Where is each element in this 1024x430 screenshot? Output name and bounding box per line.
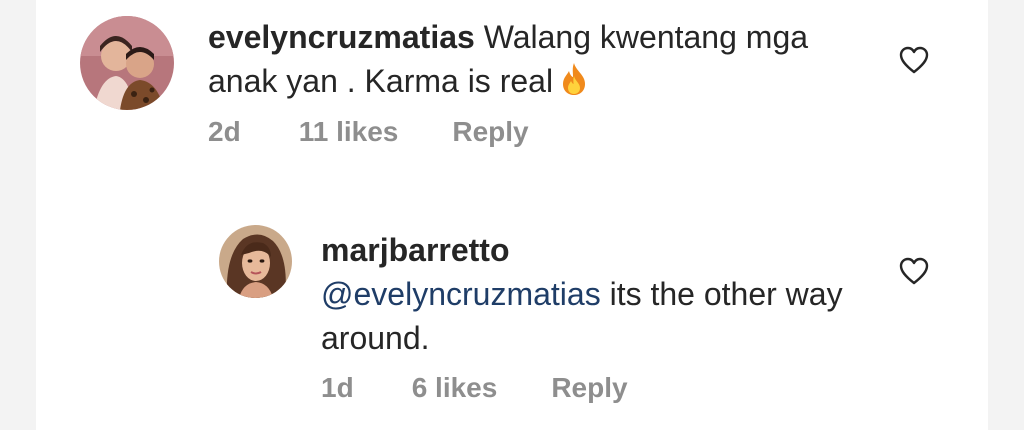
comment: evelyncruzmatias Walang kwentang mga ana… — [36, 0, 988, 200]
heart-outline-icon[interactable] — [899, 257, 929, 285]
reply-button[interactable]: Reply — [551, 372, 627, 404]
comment-time[interactable]: 1d — [321, 372, 354, 404]
comment-likes[interactable]: 6 likes — [412, 372, 498, 404]
fire-icon — [561, 62, 587, 107]
comments-panel: evelyncruzmatias Walang kwentang mga ana… — [36, 0, 988, 430]
avatar[interactable] — [219, 225, 292, 298]
avatar-photo — [219, 225, 292, 298]
comment-text: evelyncruzmatias Walang kwentang mga ana… — [208, 15, 848, 107]
avatar-photo — [80, 16, 174, 110]
comment-username[interactable]: evelyncruzmatias — [208, 19, 475, 55]
comment-text: marjbarretto @evelyncruzmatias its the o… — [321, 228, 881, 360]
heart-outline-icon[interactable] — [899, 46, 929, 74]
reply-button[interactable]: Reply — [452, 116, 528, 148]
comment-time[interactable]: 2d — [208, 116, 241, 148]
comment-username[interactable]: marjbarretto — [321, 228, 881, 272]
avatar[interactable] — [80, 16, 174, 110]
reply-comment: marjbarretto @evelyncruzmatias its the o… — [36, 210, 988, 430]
comment-meta: 2d 11 likes Reply — [208, 116, 529, 148]
comment-meta: 1d 6 likes Reply — [321, 372, 628, 404]
mention-link[interactable]: @evelyncruzmatias — [321, 276, 601, 312]
comment-likes[interactable]: 11 likes — [299, 116, 399, 148]
